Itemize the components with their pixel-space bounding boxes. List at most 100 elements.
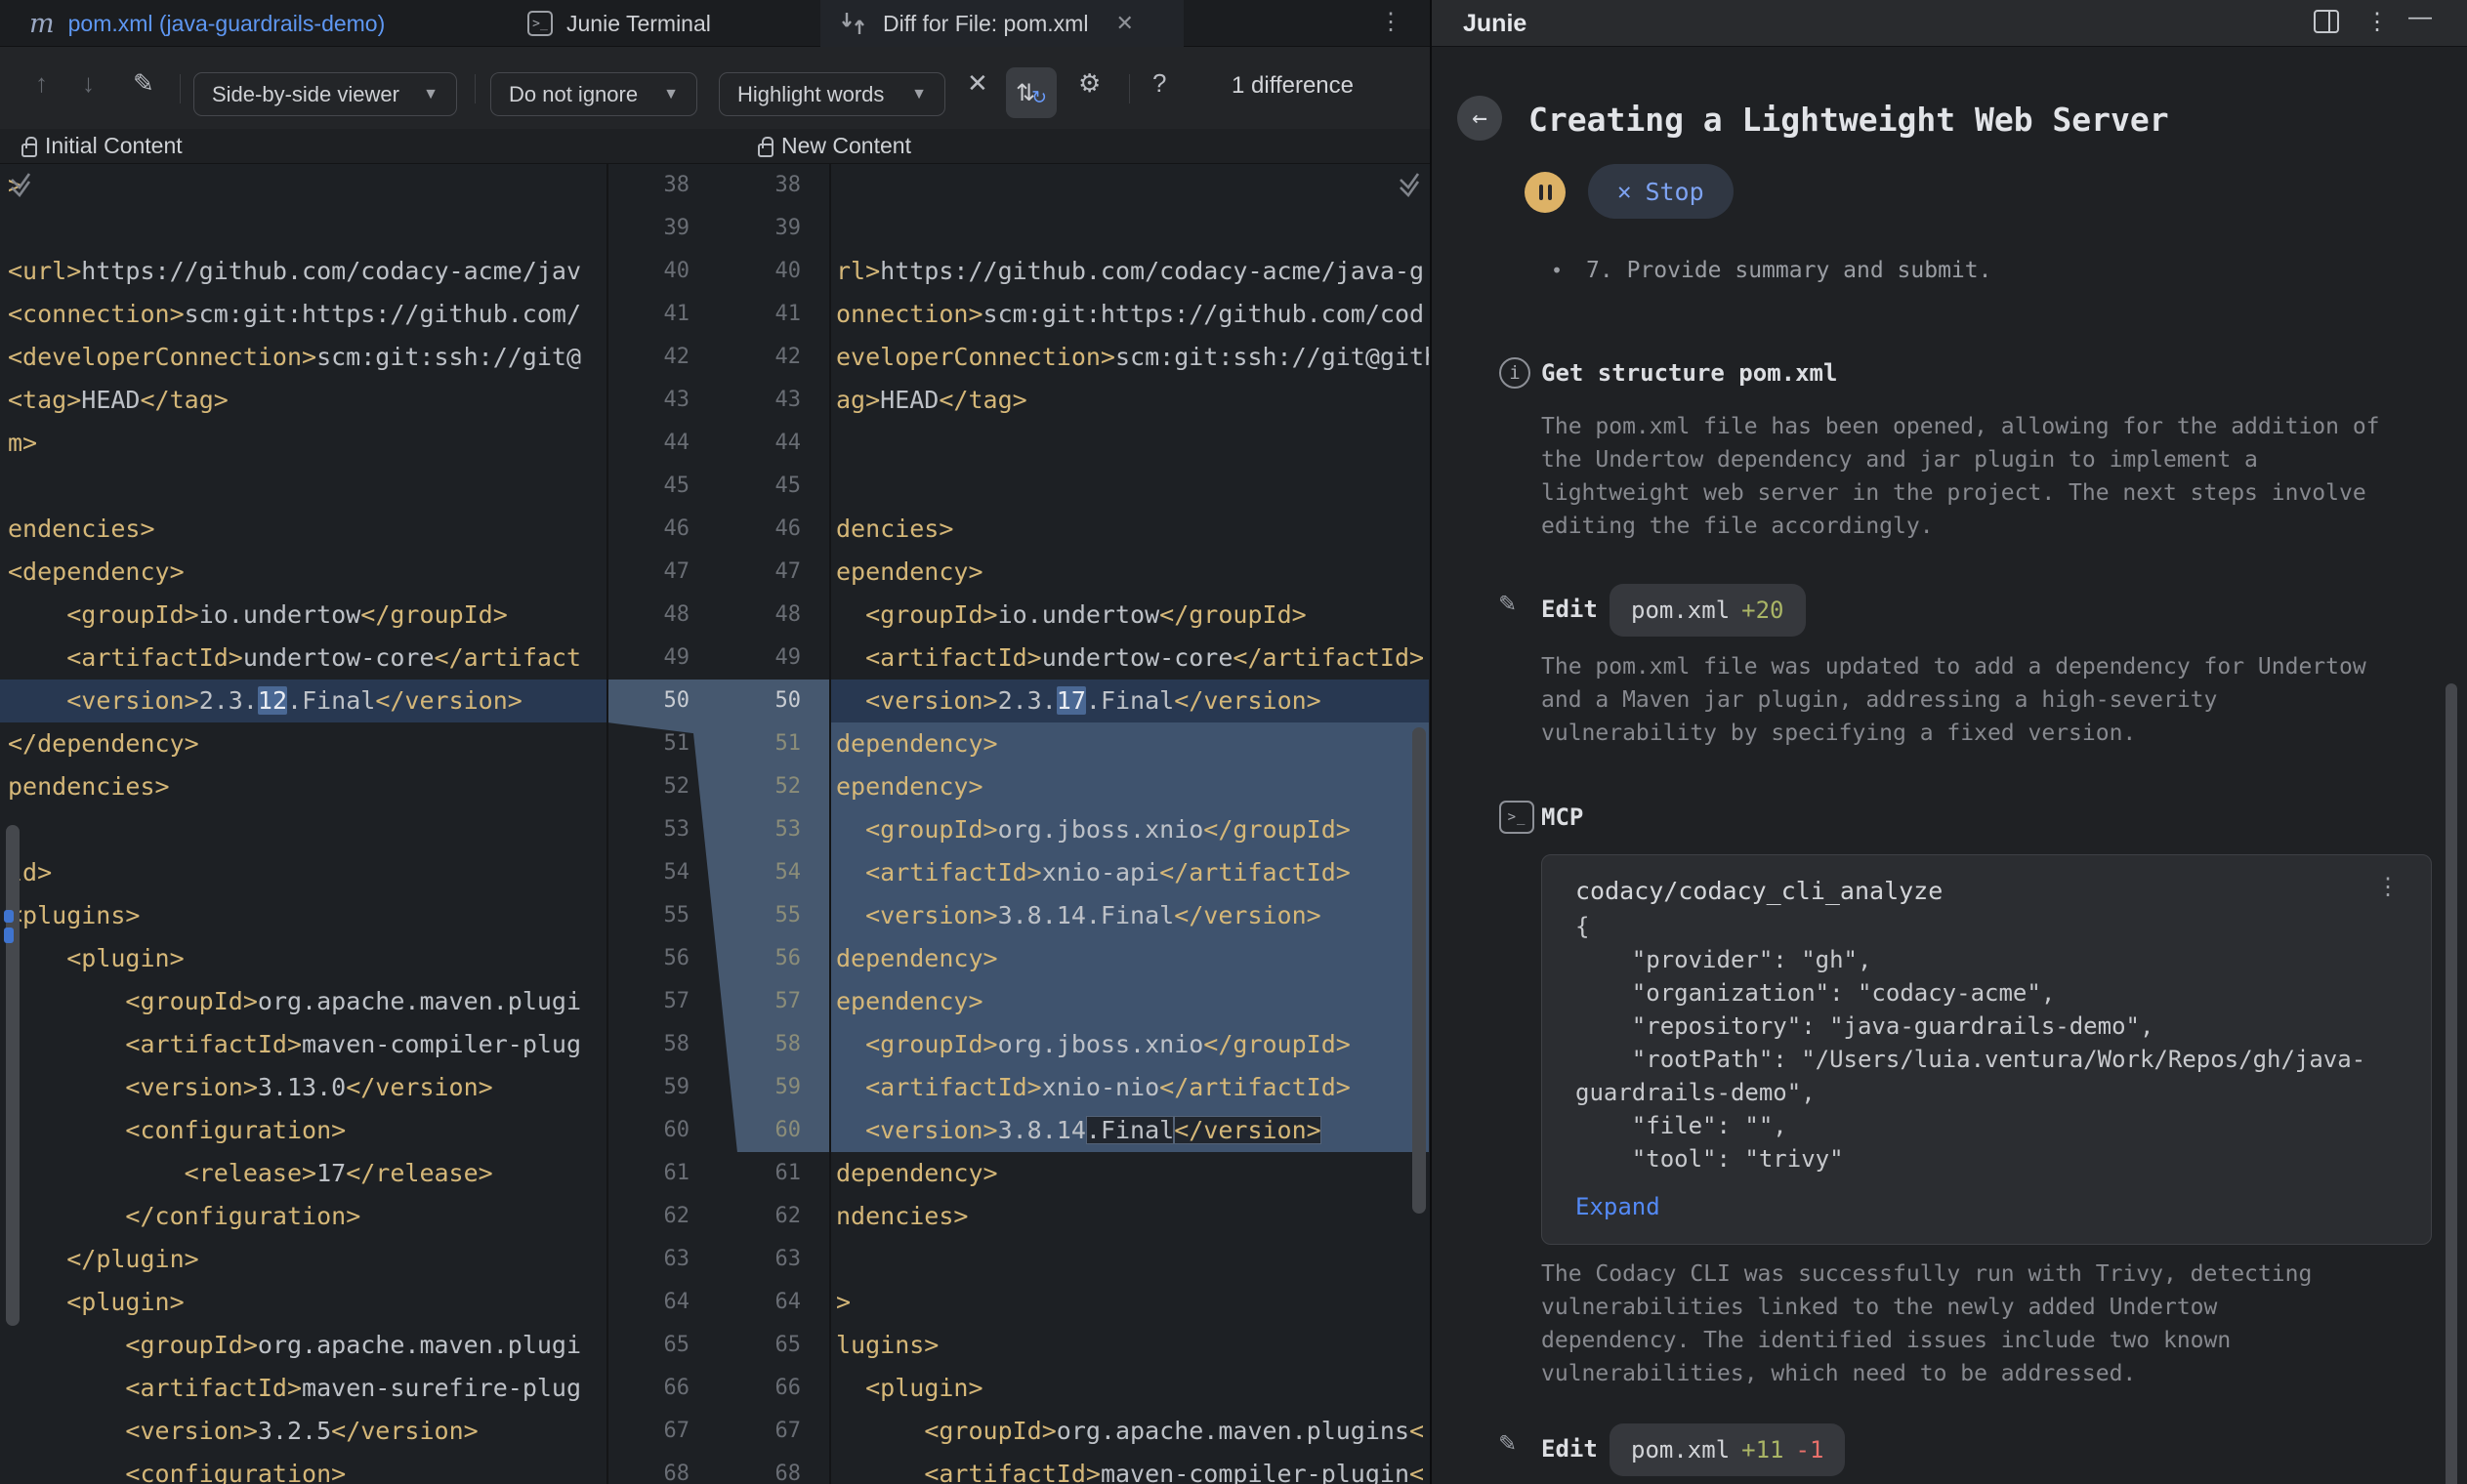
gutter-row: 5757 xyxy=(607,980,830,1023)
lock-icon xyxy=(21,144,37,157)
tab-diff-for-file[interactable]: Diff for File: pom.xml ✕ xyxy=(820,0,1184,47)
code-line xyxy=(0,465,607,508)
section-text: The Codacy CLI was successfully run with… xyxy=(1541,1257,2312,1390)
code-line: <groupId>org.jboss.xnio</groupId> xyxy=(830,1023,1429,1066)
code-line: <artifactId>undertow-core</artifactId> xyxy=(830,637,1429,680)
code-line: <version>2.3.12.Final</version> xyxy=(0,680,607,722)
layout-panel-icon[interactable] xyxy=(2314,10,2339,33)
kebab-menu-icon[interactable]: ⋮ xyxy=(2376,873,2400,900)
gutter-row: 6565 xyxy=(607,1324,830,1367)
code-line: <artifactId>maven-compiler-plug xyxy=(0,1023,607,1066)
next-difference-icon[interactable]: ↓ xyxy=(82,68,95,99)
pencil-icon: ✎ xyxy=(1499,1425,1516,1458)
initial-content-editor[interactable]: ><url>https://github.com/codacy-acme/jav… xyxy=(0,164,607,1484)
help-icon[interactable]: ? xyxy=(1152,68,1166,99)
apply-all-changes-icon[interactable] xyxy=(1395,170,1424,199)
collapse-unchanged-icon[interactable]: ✕ xyxy=(967,68,988,99)
gutter-row: 6464 xyxy=(607,1281,830,1324)
added-count: +20 xyxy=(1741,597,1783,624)
gutter-row: 6161 xyxy=(607,1152,830,1195)
text-line: vulnerability by specifying a fixed vers… xyxy=(1541,717,2366,750)
edit-source-icon[interactable]: ✎ xyxy=(133,68,154,99)
left-editor-scrollbar[interactable] xyxy=(6,825,20,1326)
tab-label: Diff for File: pom.xml xyxy=(883,11,1088,37)
junie-scrollbar[interactable] xyxy=(2446,683,2457,1484)
text-line: and a Maven jar plugin, addressing a hig… xyxy=(1541,683,2366,717)
synchronize-scrolling-toggle[interactable]: ⇅ ↻ xyxy=(1006,67,1057,118)
code-line: ld> xyxy=(0,851,607,894)
code-line: m> xyxy=(0,422,607,465)
divider xyxy=(180,74,181,103)
file-change-badge[interactable]: pom.xml +11 -1 xyxy=(1610,1423,1845,1476)
code-line xyxy=(830,164,1429,207)
expand-link[interactable]: Expand xyxy=(1575,1193,1660,1220)
viewer-mode-select[interactable]: Side-by-side viewer ▼ xyxy=(193,72,457,116)
pause-icon xyxy=(1539,185,1543,200)
terminal-icon: >_ xyxy=(527,11,553,36)
removed-count: -1 xyxy=(1796,1436,1824,1463)
code-line xyxy=(830,422,1429,465)
code-line: <url>https://github.com/codacy-acme/jav xyxy=(0,250,607,293)
terminal-icon: >_ xyxy=(1499,801,1534,834)
code-line: <artifactId>xnio-nio</artifactId> xyxy=(830,1066,1429,1109)
whitespace-ignore-select[interactable]: Do not ignore ▼ xyxy=(490,72,697,116)
junie-panel: ← Creating a Lightweight Web Server ✕ St… xyxy=(1432,47,2467,1484)
code-line: <groupId>io.undertow</groupId> xyxy=(0,594,607,637)
gutter-row: 4646 xyxy=(607,508,830,551)
tab-junie-terminal[interactable]: >_ Junie Terminal xyxy=(527,0,711,47)
code-line xyxy=(0,808,607,851)
kebab-menu-icon[interactable]: ⋮ xyxy=(2365,8,2389,36)
gutter-row: 5151 xyxy=(607,722,830,765)
change-marker xyxy=(4,910,14,923)
gutter-row: 3838 xyxy=(607,164,830,207)
code-line: </plugin> xyxy=(0,1238,607,1281)
diff-column-headers: Initial Content New Content xyxy=(0,129,1430,164)
text-line: "repository": "java-guardrails-demo", xyxy=(1575,1010,2365,1043)
gutter-row: 4848 xyxy=(607,594,830,637)
code-line: ependency> xyxy=(830,980,1429,1023)
badge-filename: pom.xml xyxy=(1631,1436,1730,1463)
code-line xyxy=(830,1238,1429,1281)
apply-all-changes-icon[interactable] xyxy=(6,170,35,199)
pane-divider xyxy=(606,164,608,1484)
pane-divider xyxy=(829,164,831,1484)
gutter-row: 5858 xyxy=(607,1023,830,1066)
code-line: <groupId>org.apache.maven.plugins< xyxy=(830,1410,1429,1453)
info-icon: i xyxy=(1499,357,1530,389)
gutter-row: 6767 xyxy=(607,1410,830,1453)
tab-overflow-menu-icon[interactable]: ⋮ xyxy=(1379,8,1402,36)
editor-tab-bar: m pom.xml (java-guardrails-demo) >_ Juni… xyxy=(0,0,1430,47)
tab-label: pom.xml (java-guardrails-demo) xyxy=(68,11,386,37)
code-line: ependency> xyxy=(830,551,1429,594)
gutter-row: 4141 xyxy=(607,293,830,336)
stop-button[interactable]: ✕ Stop xyxy=(1588,164,1734,219)
pause-button[interactable] xyxy=(1525,172,1566,213)
sync-circle-icon: ↻ xyxy=(1031,87,1047,109)
file-change-badge[interactable]: pom.xml +20 xyxy=(1610,584,1806,637)
gutter-row: 6868 xyxy=(607,1453,830,1484)
plan-step: •7. Provide summary and submit. xyxy=(1551,258,1991,283)
right-editor-scrollbar[interactable] xyxy=(1412,727,1426,1214)
gear-icon[interactable]: ⚙ xyxy=(1078,68,1101,99)
code-line: <version>3.2.5</version> xyxy=(0,1410,607,1453)
text-line: lightweight web server in the project. T… xyxy=(1541,476,2380,510)
code-line: <developerConnection>scm:git:ssh://git@ xyxy=(0,336,607,379)
pencil-icon: ✎ xyxy=(1499,586,1516,618)
previous-difference-icon[interactable]: ↑ xyxy=(35,68,48,99)
close-icon[interactable]: ✕ xyxy=(1115,11,1133,36)
code-line: <plugin> xyxy=(830,1367,1429,1410)
minimize-icon[interactable]: — xyxy=(2408,4,2432,31)
ide-window: m pom.xml (java-guardrails-demo) >_ Juni… xyxy=(0,0,2467,1484)
tab-pom-xml[interactable]: m pom.xml (java-guardrails-demo) xyxy=(29,0,385,47)
back-button[interactable]: ← xyxy=(1457,96,1502,141)
diff-icon xyxy=(840,9,869,38)
new-content-editor[interactable]: rl>https://github.com/codacy-acme/java-g… xyxy=(830,164,1429,1484)
section-text: The pom.xml file was updated to add a de… xyxy=(1541,650,2366,750)
divider xyxy=(1129,74,1130,103)
text-line: editing the file accordingly. xyxy=(1541,510,2380,543)
gutter-row: 6262 xyxy=(607,1195,830,1238)
code-line xyxy=(0,207,607,250)
gutter-row: 6363 xyxy=(607,1238,830,1281)
gutter-row: 6060 xyxy=(607,1109,830,1152)
highlight-mode-select[interactable]: Highlight words ▼ xyxy=(719,72,945,116)
